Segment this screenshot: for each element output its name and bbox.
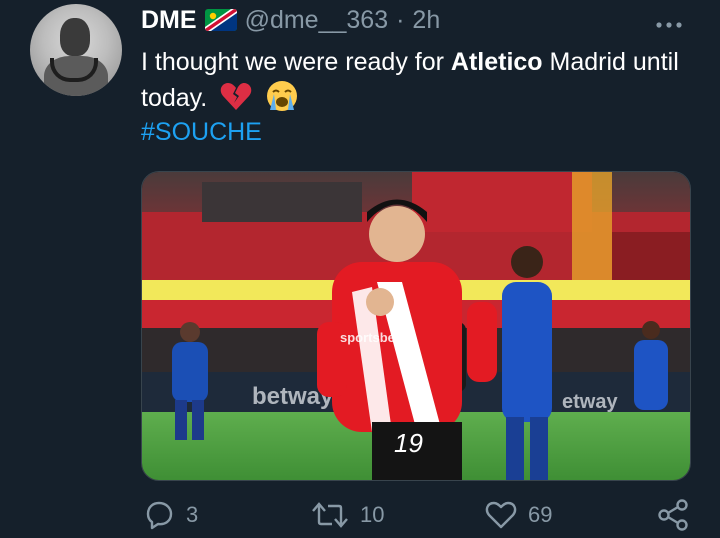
heart-icon bbox=[485, 501, 517, 529]
tweet-text: I thought we were ready for Atletico Mad… bbox=[141, 44, 701, 116]
retweet-button[interactable]: 10 bbox=[310, 498, 384, 532]
separator-dot: · bbox=[396, 5, 405, 34]
reply-button[interactable]: 3 bbox=[142, 498, 198, 532]
retweet-icon bbox=[312, 502, 348, 528]
user-name[interactable]: DME bbox=[141, 6, 197, 35]
jersey-number: 19 bbox=[394, 428, 423, 458]
share-button[interactable] bbox=[656, 498, 690, 532]
football-photo: betway etway sportsbet.io 19 bbox=[142, 172, 690, 480]
tweet-text-bold: Atletico bbox=[450, 48, 543, 76]
sponsor-text: sportsbet.io bbox=[340, 330, 414, 345]
retweet-count: 10 bbox=[360, 502, 385, 527]
reply-count: 3 bbox=[186, 502, 199, 527]
share-icon bbox=[658, 499, 688, 531]
avatar[interactable] bbox=[30, 4, 122, 96]
namibia-flag-icon bbox=[204, 9, 237, 31]
hashtag-link[interactable]: #SOUCHE bbox=[141, 118, 262, 147]
loudly-crying-face-icon bbox=[267, 81, 298, 111]
reply-icon bbox=[146, 501, 173, 530]
user-handle[interactable]: @dme__363 bbox=[245, 6, 389, 35]
tweet-photo[interactable]: betway etway sportsbet.io 19 bbox=[141, 171, 691, 481]
more-options-icon[interactable] bbox=[654, 6, 684, 37]
like-button[interactable]: 69 bbox=[484, 498, 552, 532]
like-count: 69 bbox=[528, 502, 553, 527]
timestamp[interactable]: 2h bbox=[412, 6, 440, 35]
broken-heart-icon bbox=[220, 83, 252, 110]
svg-text:etway: etway bbox=[562, 391, 618, 413]
tweet-header: DME @dme__363 · 2h bbox=[141, 4, 440, 36]
tweet-actions: 3 10 69 bbox=[0, 498, 720, 538]
tweet-text-before: I thought we were ready for bbox=[141, 48, 451, 76]
